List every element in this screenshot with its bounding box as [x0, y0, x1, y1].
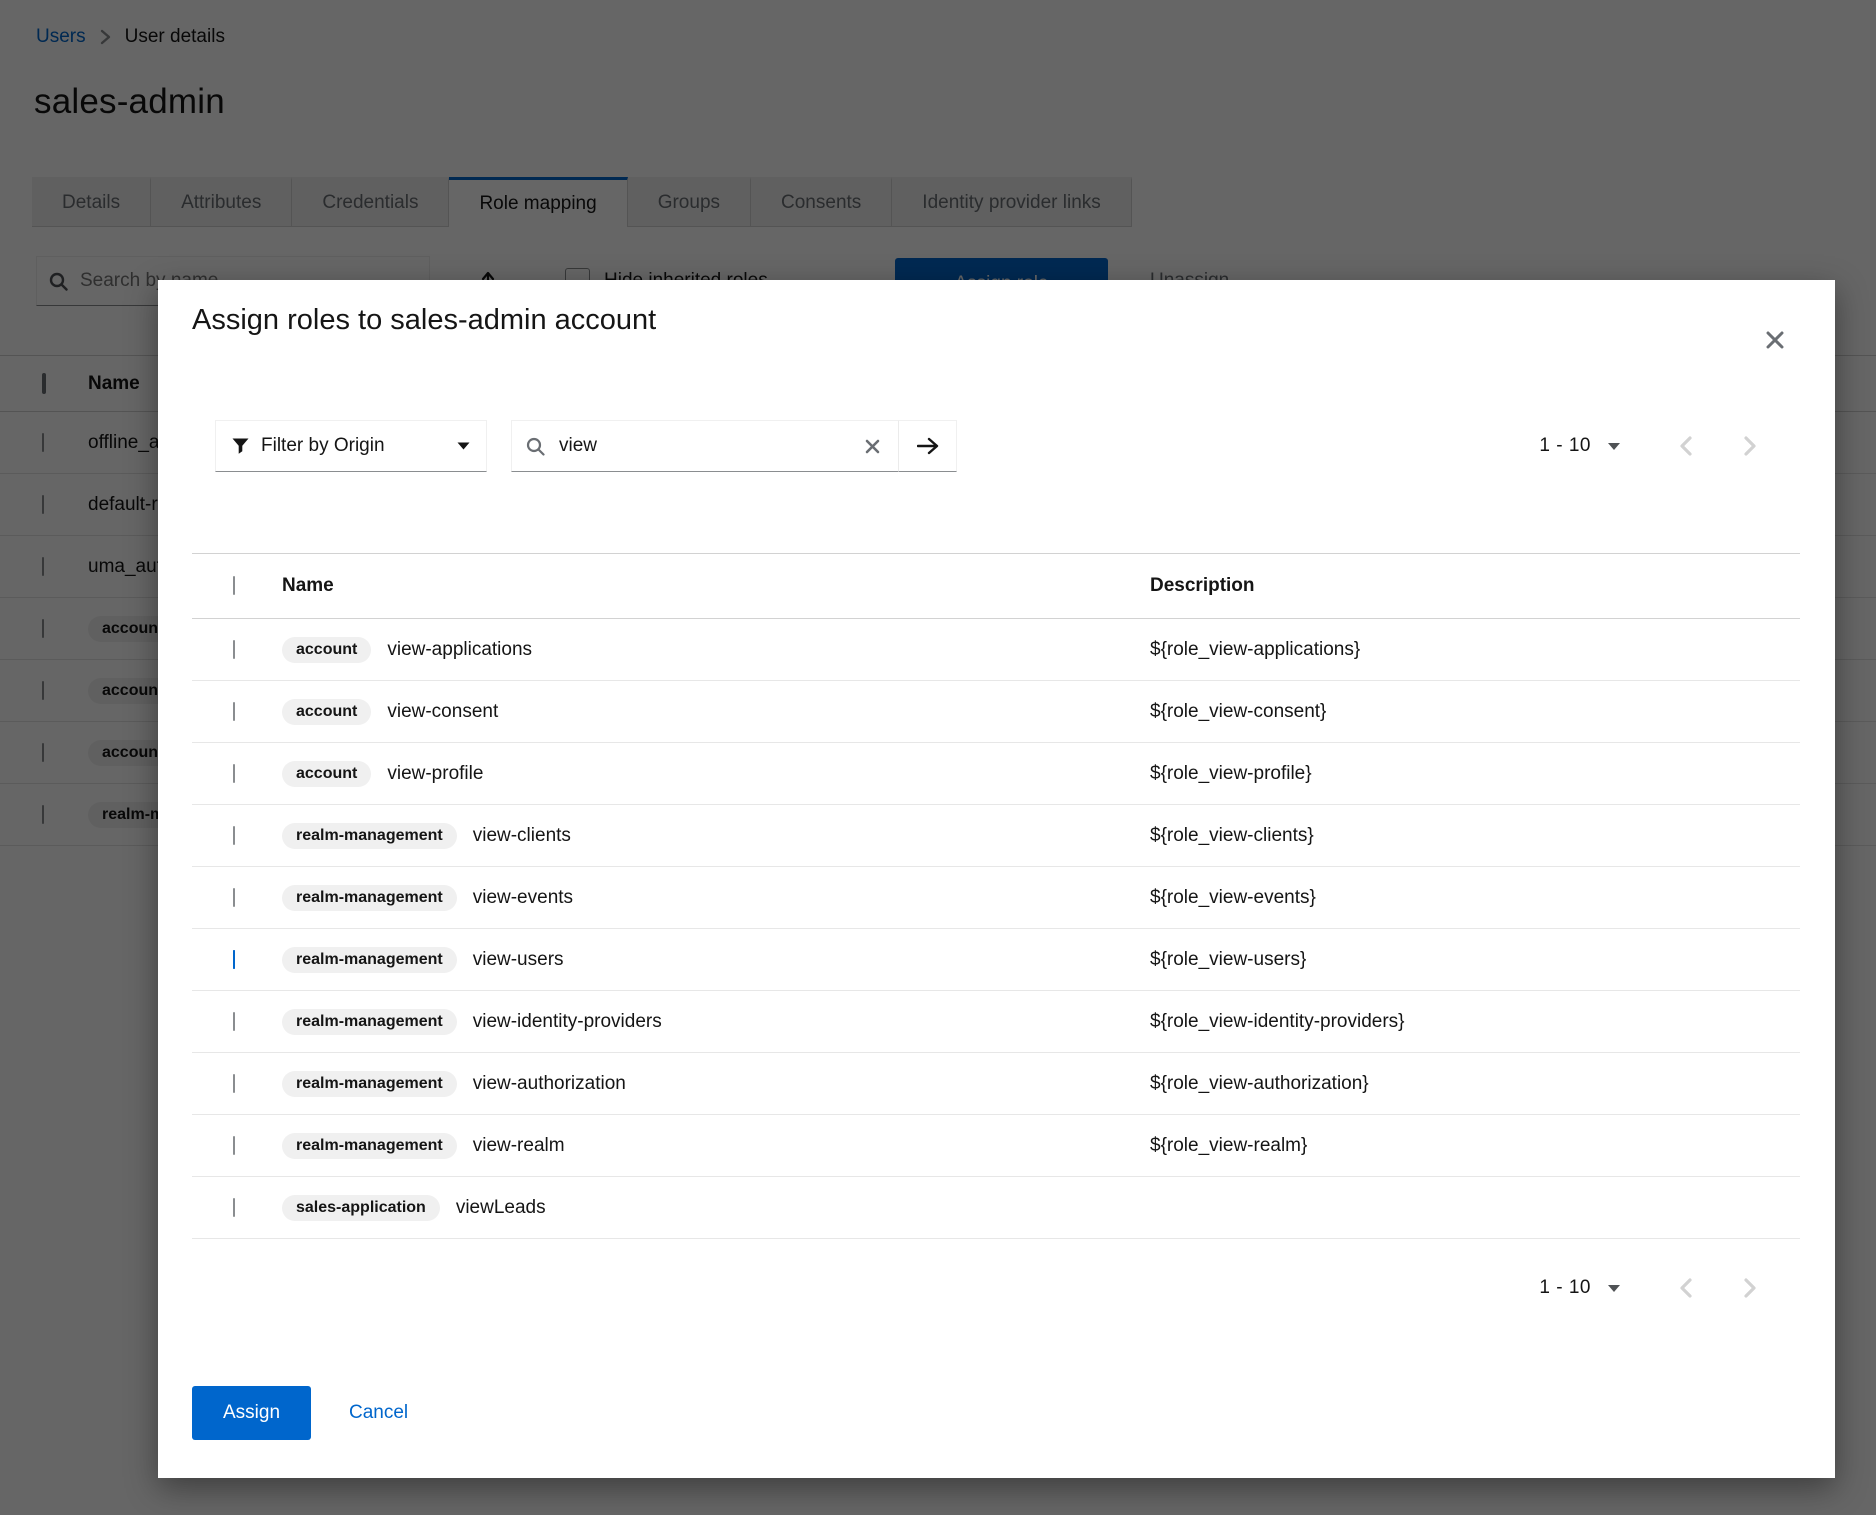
role-origin-badge: realm-management [282, 946, 457, 973]
clear-search-icon[interactable] [861, 435, 884, 458]
pagination-range: 1 - 10 [1539, 1277, 1591, 1298]
name-column-header: Name [282, 575, 334, 596]
pagination-bottom: 1 - 10 [1539, 1262, 1763, 1314]
role-checkbox[interactable] [233, 887, 235, 907]
role-name: view-realm [472, 1134, 565, 1156]
modal-search-box[interactable] [511, 420, 898, 472]
role-description: ${role_view-applications} [1150, 638, 1361, 660]
pagination-prev-icon[interactable] [1673, 430, 1698, 462]
role-checkbox[interactable] [233, 1135, 235, 1155]
role-row: realm-management view-events ${role_view… [192, 867, 1800, 929]
role-name: view-profile [387, 762, 484, 784]
select-all-checkbox[interactable] [233, 576, 235, 595]
close-icon[interactable] [1759, 324, 1791, 356]
role-description: ${role_view-realm} [1150, 1134, 1308, 1156]
role-row: realm-management view-users ${role_view-… [192, 929, 1800, 991]
role-origin-badge: realm-management [282, 884, 457, 911]
role-origin-badge: realm-management [282, 822, 457, 849]
role-description: ${role_view-users} [1150, 948, 1307, 970]
app-frame: Users User details sales-admin Details A… [0, 0, 1876, 1515]
role-checkbox[interactable] [233, 825, 235, 845]
pagination-next-icon[interactable] [1738, 430, 1763, 462]
role-name: view-consent [387, 700, 499, 722]
role-row: sales-application viewLeads [192, 1177, 1800, 1239]
role-name: view-authorization [472, 1072, 626, 1094]
caret-down-icon [457, 442, 470, 450]
role-row: realm-management view-authorization ${ro… [192, 1053, 1800, 1115]
filter-label: Filter by Origin [261, 435, 385, 456]
assign-button[interactable]: Assign [192, 1386, 311, 1440]
modal-title: Assign roles to sales-admin account [192, 304, 657, 336]
filter-funnel-icon [232, 438, 249, 455]
search-submit-arrow-icon[interactable] [898, 420, 957, 472]
role-checkbox[interactable] [233, 1011, 235, 1031]
role-checkbox[interactable] [233, 949, 235, 969]
role-origin-badge: account [282, 760, 372, 787]
role-description: ${role_view-profile} [1150, 762, 1312, 784]
modal-search-input[interactable] [557, 434, 849, 458]
assign-roles-modal: Assign roles to sales-admin account Filt… [158, 280, 1835, 1478]
role-checkbox[interactable] [233, 763, 235, 783]
role-origin-badge: realm-management [282, 1132, 457, 1159]
role-origin-badge: realm-management [282, 1070, 457, 1097]
role-row: realm-management view-realm ${role_view-… [192, 1115, 1800, 1177]
pagination-top: 1 - 10 [1539, 420, 1763, 472]
pagination-next-icon[interactable] [1738, 1272, 1763, 1304]
role-row: account view-profile ${role_view-profile… [192, 743, 1800, 805]
modal-footer: Assign Cancel [192, 1386, 408, 1440]
role-description: ${role_view-events} [1150, 886, 1316, 908]
role-name: view-events [472, 886, 574, 908]
role-origin-badge: realm-management [282, 1008, 457, 1035]
role-description: ${role_view-identity-providers} [1150, 1010, 1405, 1032]
role-origin-badge: sales-application [282, 1194, 440, 1221]
role-checkbox[interactable] [233, 701, 235, 721]
description-column-header: Description [1150, 575, 1255, 596]
pagination-range: 1 - 10 [1539, 435, 1591, 456]
role-name: view-identity-providers [472, 1010, 662, 1032]
modal-roles-table: Name Description account view-applicatio… [192, 553, 1800, 1239]
role-description: ${role_view-authorization} [1150, 1072, 1369, 1094]
pagination-prev-icon[interactable] [1673, 1272, 1698, 1304]
pagination-caret-down-icon[interactable] [1607, 1284, 1621, 1293]
role-name: view-users [472, 948, 564, 970]
role-row: realm-management view-clients ${role_vie… [192, 805, 1800, 867]
role-name: view-applications [387, 638, 533, 660]
role-checkbox[interactable] [233, 639, 235, 659]
role-description: ${role_view-clients} [1150, 824, 1314, 846]
modal-table-header: Name Description [192, 554, 1800, 619]
role-name: viewLeads [455, 1196, 546, 1218]
role-checkbox[interactable] [233, 1073, 235, 1093]
modal-search-group [511, 420, 957, 472]
role-row: account view-consent ${role_view-consent… [192, 681, 1800, 743]
role-checkbox[interactable] [233, 1197, 235, 1217]
role-origin-badge: account [282, 636, 372, 663]
role-row: account view-applications ${role_view-ap… [192, 619, 1800, 681]
search-icon [526, 437, 545, 456]
pagination-caret-down-icon[interactable] [1607, 442, 1621, 451]
role-row: realm-management view-identity-providers… [192, 991, 1800, 1053]
role-name: view-clients [472, 824, 571, 846]
modal-table-rows: account view-applications ${role_view-ap… [192, 619, 1800, 1239]
filter-by-origin-dropdown[interactable]: Filter by Origin [215, 420, 487, 472]
role-description: ${role_view-consent} [1150, 700, 1327, 722]
cancel-button[interactable]: Cancel [349, 1402, 408, 1424]
role-origin-badge: account [282, 698, 372, 725]
